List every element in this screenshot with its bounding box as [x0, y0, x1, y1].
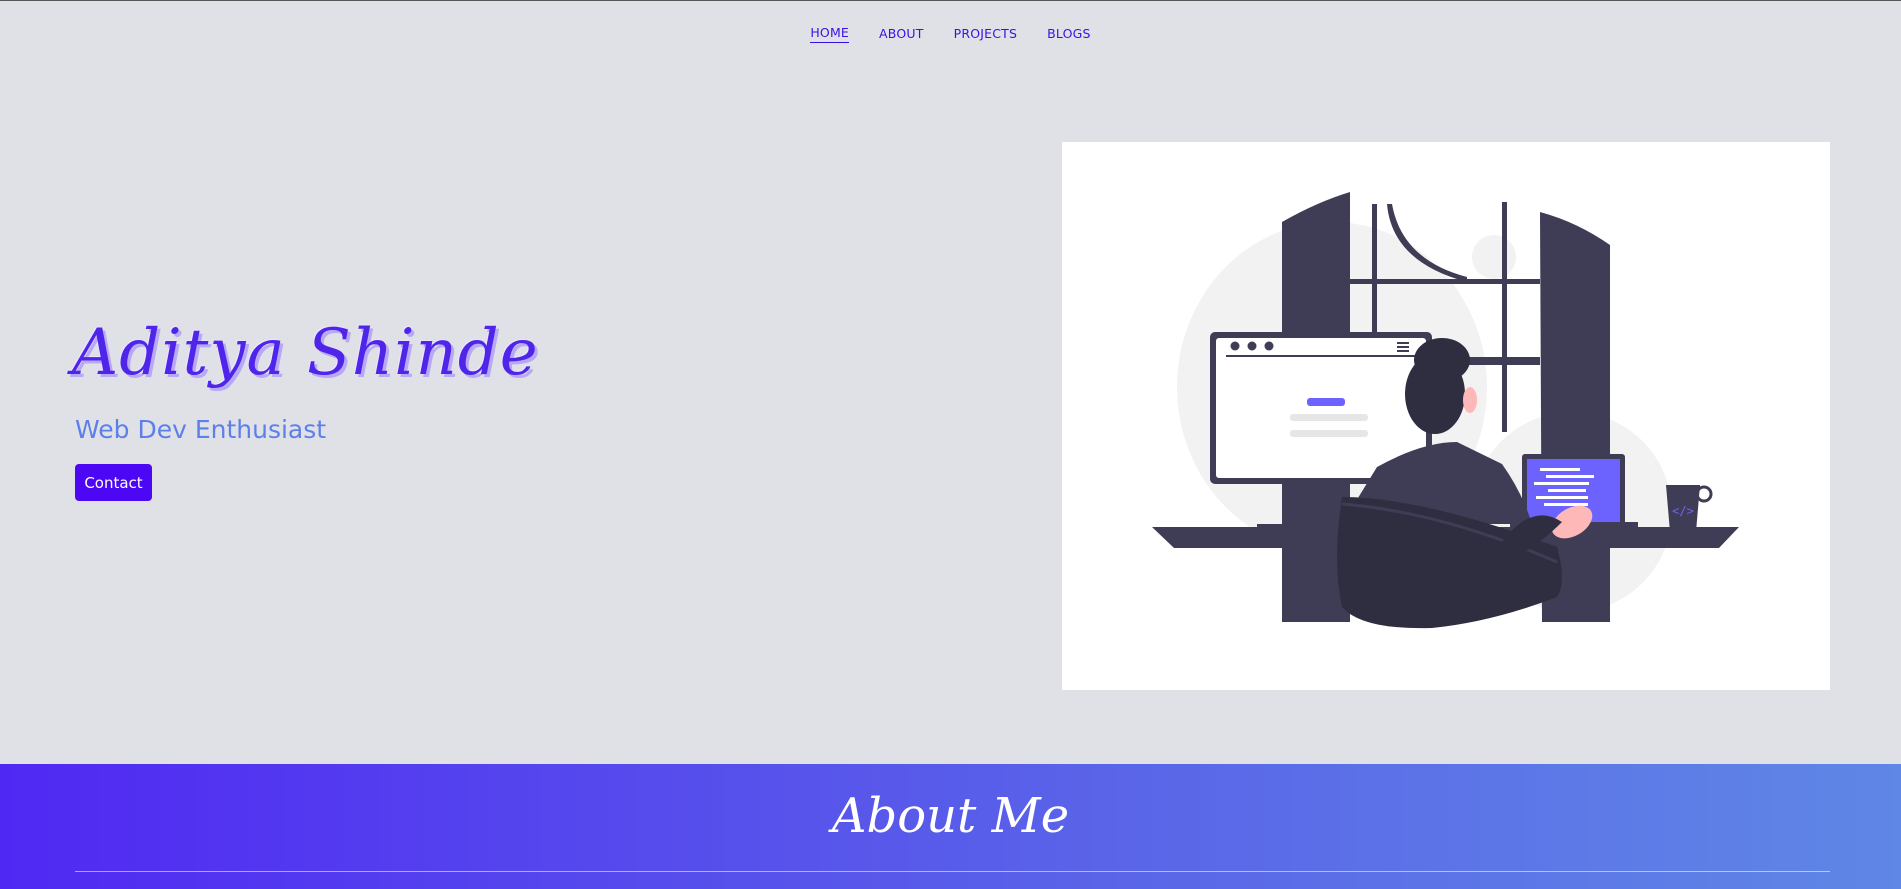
- nav-projects-link[interactable]: PROJECTS: [954, 26, 1018, 43]
- hero-name: Aditya Shinde: [72, 316, 539, 390]
- svg-text:</>: </>: [1672, 504, 1694, 518]
- about-section: About Me: [0, 764, 1901, 889]
- nav-blogs-link[interactable]: BLOGS: [1047, 26, 1091, 43]
- about-divider: [75, 871, 1830, 872]
- contact-button[interactable]: Contact: [75, 464, 152, 501]
- nav-about-link[interactable]: ABOUT: [879, 26, 924, 43]
- about-title: About Me: [831, 788, 1070, 844]
- hero-illustration: </>: [1062, 142, 1830, 690]
- nav-home-link[interactable]: HOME: [810, 25, 850, 43]
- developer-at-desk-illustration-icon: </>: [1152, 192, 1739, 629]
- hero-subtitle: Web Dev Enthusiast: [75, 415, 327, 444]
- top-nav: HOME ABOUT PROJECTS BLOGS: [0, 1, 1901, 67]
